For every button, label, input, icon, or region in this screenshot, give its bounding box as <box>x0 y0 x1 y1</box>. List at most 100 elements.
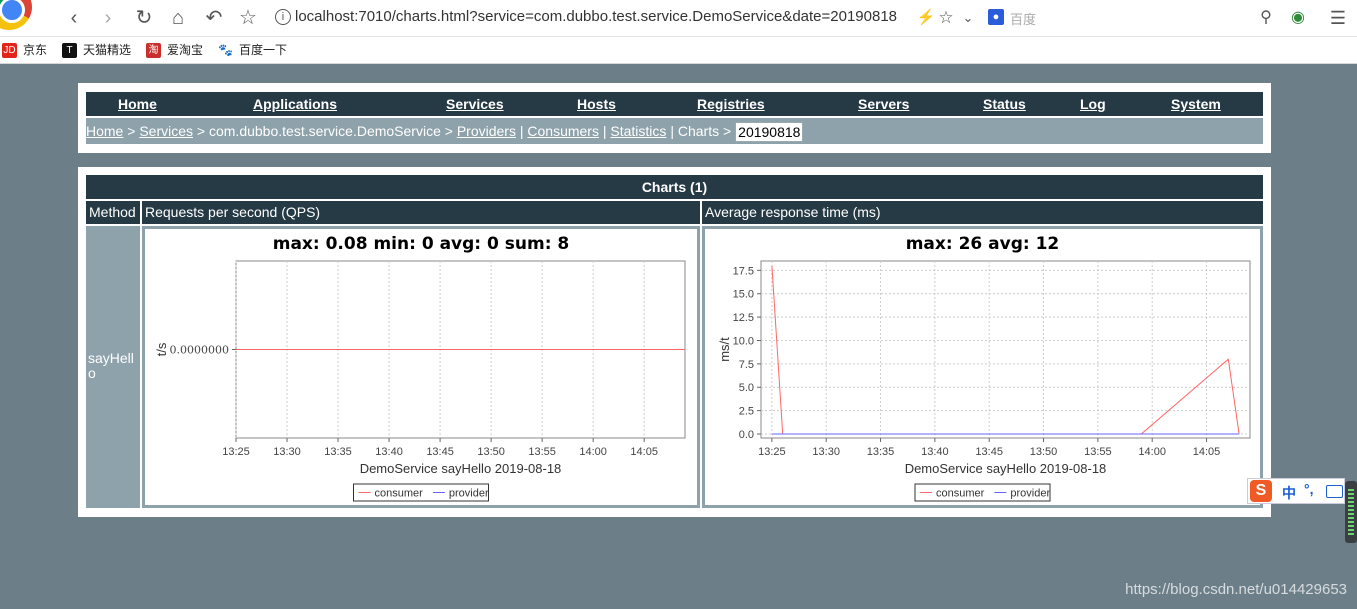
rt-chart-cell: max: 26 avg: 12 13:25 13:30 13:35 13:40 13:45… <box>702 226 1263 508</box>
nav-services[interactable]: Services <box>446 96 504 112</box>
rt-chart-canvas: max: 26 avg: 12 13:25 13:30 13:35 13:40 13:45… <box>705 229 1260 505</box>
ime-toolbar[interactable]: S 中 °, <box>1247 478 1345 504</box>
bookmark-label: 爱淘宝 <box>167 43 204 57</box>
breadcrumb-consumers[interactable]: Consumers <box>527 123 599 139</box>
search-icon[interactable]: ⚲ <box>1254 6 1278 30</box>
y-tick-label: 15.0 <box>733 289 754 301</box>
nav-applications[interactable]: Applications <box>253 96 337 112</box>
nav-registries[interactable]: Registries <box>697 96 765 112</box>
breadcrumb-home[interactable]: Home <box>86 123 123 139</box>
chevron-down-icon[interactable]: ⌄ <box>956 6 980 30</box>
x-tick-label: 13:40 <box>921 446 949 458</box>
bookmark-label: 天猫精选 <box>83 43 132 57</box>
y-tick-label: 2.5 <box>739 406 754 418</box>
browser-toolbar: ‹ › ↻ ⌂ ↶ ☆ i localhost:7010/charts.html… <box>0 0 1357 37</box>
bookmark-star-icon[interactable]: ☆ <box>934 6 958 30</box>
site-info-icon[interactable]: i <box>275 9 291 25</box>
qps-chart-canvas: max: 0.08 min: 0 avg: 0 sum: 8 13:25 13:30… <box>145 229 697 505</box>
qps-chart-cell: max: 0.08 min: 0 avg: 0 sum: 8 13:25 13:30… <box>142 226 700 508</box>
watermark: https://blog.csdn.net/u014429653 <box>1125 581 1347 598</box>
ime-language-toggle[interactable]: 中 <box>1282 483 1296 503</box>
bookmarks-bar: JD 京东 T 天猫精选 淘爱淘宝 🐾 百度一下 <box>0 37 1357 64</box>
star-icon[interactable]: ☆ <box>236 6 260 30</box>
method-name: sayHello <box>88 350 134 381</box>
x-tick-label: 14:00 <box>579 446 607 458</box>
main-nav: Home Applications Services Hosts Registr… <box>86 92 1263 116</box>
breadcrumb-separator: > <box>127 123 136 139</box>
breadcrumb-pipe: | <box>670 123 674 139</box>
legend-label: provider <box>449 488 489 500</box>
y-tick-label: 7.5 <box>739 359 754 371</box>
charts-panel: Charts (1) Method Requests per second (Q… <box>78 167 1271 517</box>
undo-icon[interactable]: ↶ <box>202 6 226 30</box>
nav-home[interactable]: Home <box>118 96 157 112</box>
nav-hosts[interactable]: Hosts <box>577 96 616 112</box>
nav-system[interactable]: System <box>1171 96 1221 112</box>
charts-table-title: Charts (1) <box>86 175 1263 199</box>
nav-servers[interactable]: Servers <box>858 96 909 112</box>
nav-status[interactable]: Status <box>983 96 1026 112</box>
x-tick-label: 13:50 <box>1030 446 1058 458</box>
x-tick-label: 13:35 <box>324 446 352 458</box>
y-axis-label: ms/t <box>717 337 732 362</box>
y-tick-label: 0.0000000 <box>170 344 230 357</box>
x-tick-label: 13:55 <box>528 446 556 458</box>
home-icon[interactable]: ⌂ <box>166 6 190 30</box>
side-meter <box>1345 481 1357 543</box>
breadcrumb-charts: Charts <box>677 123 720 139</box>
qps-column-header: Requests per second (QPS) <box>142 201 700 224</box>
breadcrumb-pipe: | <box>519 123 524 139</box>
keyboard-icon[interactable] <box>1326 485 1343 498</box>
x-axis-label: DemoService sayHello 2019-08-18 <box>360 461 562 476</box>
back-icon[interactable]: ‹ <box>62 6 86 30</box>
breadcrumb-pipe: | <box>602 123 607 139</box>
search-input[interactable]: 百度 <box>1010 9 1036 28</box>
legend-label: consumer <box>375 488 424 500</box>
legend-label: provider <box>1010 488 1050 500</box>
x-tick-label: 13:50 <box>477 446 505 458</box>
breadcrumb: Home > Services > com.dubbo.test.service… <box>86 118 1263 144</box>
jd-icon: JD <box>2 43 17 59</box>
breadcrumb-services[interactable]: Services <box>139 123 193 139</box>
tmall-icon: T <box>62 43 77 59</box>
x-tick-label: 13:55 <box>1084 446 1112 458</box>
rt-column-header: Average response time (ms) <box>702 201 1263 224</box>
breadcrumb-statistics[interactable]: Statistics <box>610 123 666 139</box>
menu-icon[interactable]: ☰ <box>1326 6 1350 30</box>
bookmark-tmall[interactable]: T 天猫精选 <box>62 41 132 59</box>
breadcrumb-separator: > <box>444 123 453 139</box>
bookmark-aitaobao[interactable]: 淘爱淘宝 <box>146 41 204 59</box>
address-bar[interactable]: localhost:7010/charts.html?service=com.d… <box>295 8 897 25</box>
x-tick-label: 13:30 <box>273 446 301 458</box>
ime-punctuation-toggle[interactable]: °, <box>1304 481 1314 497</box>
extension-icon[interactable]: ◉ <box>1286 6 1310 30</box>
y-tick-label: 10.0 <box>733 335 754 347</box>
x-tick-label: 13:45 <box>426 446 454 458</box>
method-column-header: Method <box>86 201 140 224</box>
breadcrumb-separator: > <box>196 123 206 139</box>
chart-title: max: 0.08 min: 0 avg: 0 sum: 8 <box>273 234 570 254</box>
y-tick-label: 5.0 <box>739 382 754 394</box>
sogou-logo-icon: S <box>1250 480 1272 502</box>
bookmark-jd[interactable]: JD 京东 <box>2 41 47 59</box>
nav-log[interactable]: Log <box>1080 96 1106 112</box>
breadcrumb-separator: > <box>722 123 732 139</box>
navigation-panel: Home Applications Services Hosts Registr… <box>78 83 1271 153</box>
date-input[interactable]: 20190818 <box>735 122 804 143</box>
x-tick-label: 13:25 <box>222 446 250 458</box>
x-tick-label: 13:45 <box>975 446 1003 458</box>
y-axis-label: t/s <box>154 342 169 356</box>
x-tick-label: 13:40 <box>375 446 403 458</box>
reload-icon[interactable]: ↻ <box>132 6 156 30</box>
taobao-icon: 淘 <box>146 43 161 59</box>
y-tick-label: 17.5 <box>733 265 754 277</box>
bookmark-baidu[interactable]: 🐾 百度一下 <box>218 41 287 59</box>
chart-title: max: 26 avg: 12 <box>906 234 1060 254</box>
x-tick-label: 13:25 <box>758 446 786 458</box>
breadcrumb-providers[interactable]: Providers <box>457 123 516 139</box>
x-tick-label: 13:30 <box>812 446 840 458</box>
x-tick-label: 14:05 <box>630 446 658 458</box>
forward-icon[interactable]: › <box>96 6 120 30</box>
method-cell: sayHello <box>86 226 140 508</box>
y-tick-label: 0.0 <box>739 429 754 441</box>
